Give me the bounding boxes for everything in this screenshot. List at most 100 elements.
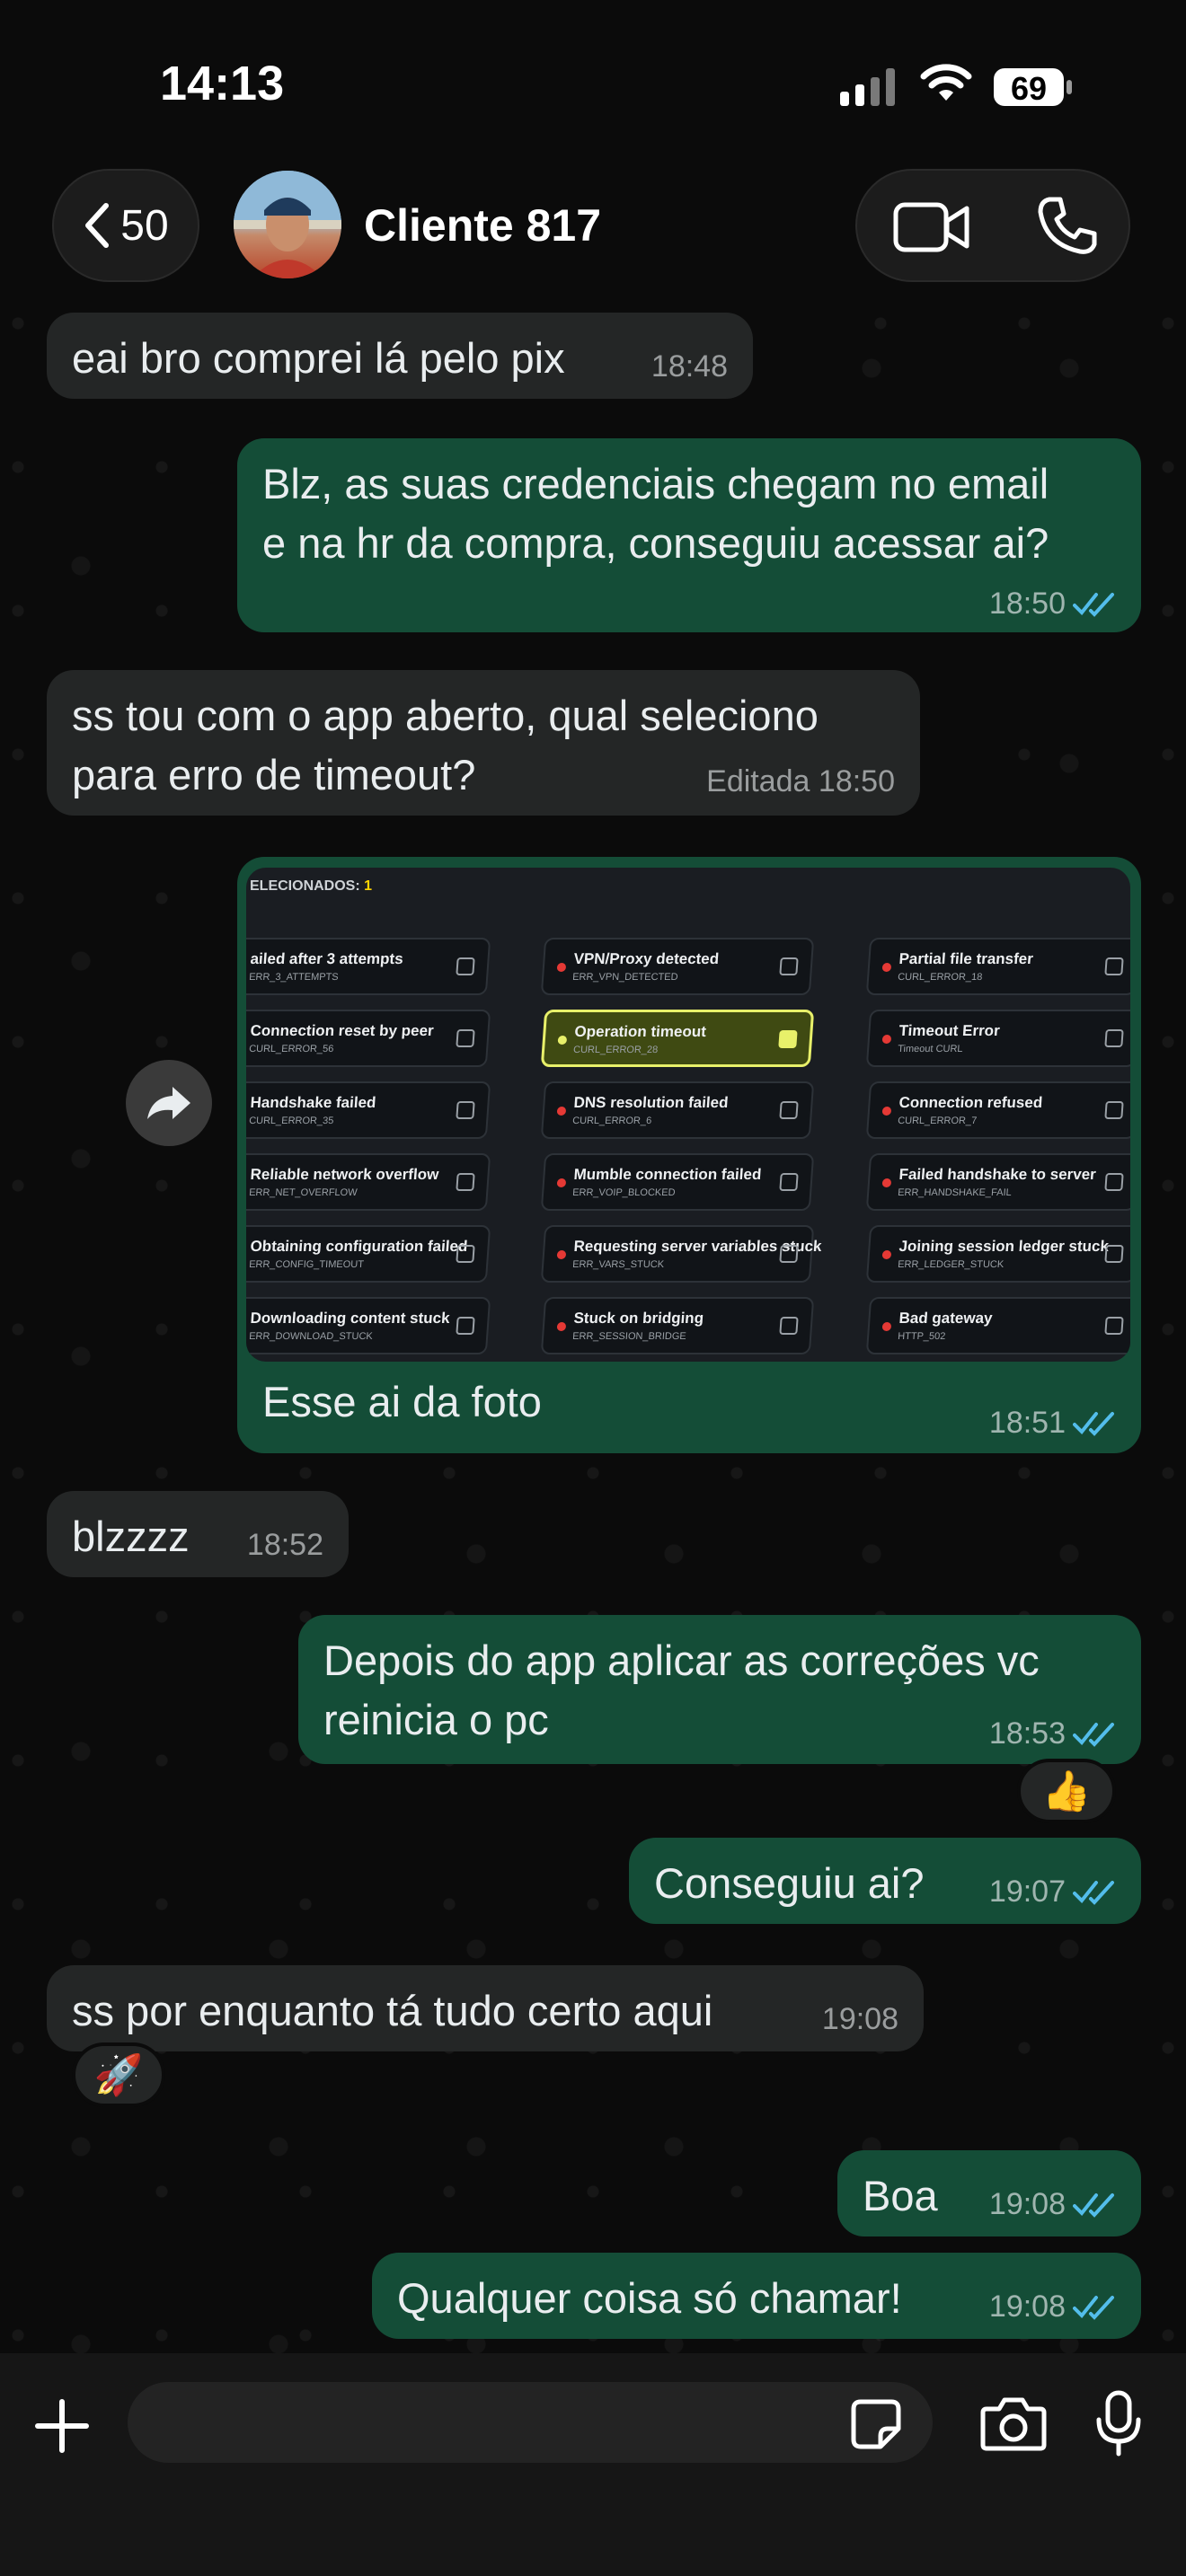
sticker-icon[interactable]: [850, 2398, 902, 2450]
message-bubble[interactable]: Boa 19:08: [837, 2150, 1141, 2236]
option-code: ERR_NET_OVERFLOW: [248, 1187, 358, 1198]
checkbox-icon: [1104, 957, 1124, 975]
photo-option: Handshake failed CURL_ERROR_35: [246, 1081, 491, 1139]
option-title: DNS resolution failed: [572, 1094, 730, 1111]
option-code: CURL_ERROR_18: [897, 972, 983, 983]
option-code: Timeout CURL: [897, 1044, 963, 1054]
reaction-thumbs-up[interactable]: 👍: [1017, 1759, 1116, 1823]
photo-option: VPN/Proxy detected ERR_VPN_DETECTED: [540, 938, 815, 995]
contact-name[interactable]: Cliente 817: [364, 199, 601, 251]
checkbox-icon: [456, 1101, 475, 1119]
checkbox-icon: [456, 1245, 475, 1263]
status-dot-icon: [556, 1107, 567, 1116]
video-call-icon[interactable]: [893, 201, 970, 253]
read-receipt-icon: [1073, 2192, 1114, 2218]
photo-option: Partial file transfer CURL_ERROR_18: [865, 938, 1130, 995]
message-text: Esse ai da foto: [262, 1378, 542, 1425]
message-time: 18:51: [988, 1406, 1066, 1440]
message-time: 19:07: [988, 1875, 1066, 1909]
back-button[interactable]: 50: [52, 169, 199, 282]
option-title: Handshake failed: [249, 1094, 377, 1111]
plus-icon[interactable]: [32, 2396, 92, 2456]
option-title: Partial file transfer: [898, 950, 1034, 967]
option-title: Timeout Error: [898, 1022, 1001, 1039]
read-receipt-icon: [1073, 1722, 1114, 1747]
checkbox-icon: [779, 1101, 799, 1119]
option-title: Connection reset by peer: [249, 1022, 435, 1039]
message-time: Editada 18:50: [706, 764, 895, 798]
photo-option: Joining session ledger stuck ERR_LEDGER_S…: [865, 1225, 1130, 1283]
message-text: ss por enquanto tá tudo certo aqui: [72, 1987, 713, 2034]
option-code: ERR_VOIP_BLOCKED: [571, 1187, 676, 1198]
checkbox-icon: [1104, 1245, 1124, 1263]
option-code: HTTP_502: [897, 1331, 946, 1342]
message-bubble[interactable]: blzzzz 18:52: [47, 1491, 349, 1577]
option-code: ERR_3_ATTEMPTS: [248, 972, 340, 983]
checkbox-icon: [456, 1317, 475, 1335]
read-receipt-icon: [1073, 592, 1114, 617]
forward-icon: [147, 1087, 190, 1119]
checkbox-icon: [1104, 1029, 1124, 1047]
option-code: ERR_HANDSHAKE_FAIL: [897, 1187, 1013, 1198]
forward-button[interactable]: [126, 1060, 212, 1146]
option-code: CURL_ERROR_6: [571, 1116, 652, 1126]
checkbox-icon: [779, 1317, 799, 1335]
photo-option: Stuck on bridging ERR_SESSION_BRIDGE: [540, 1297, 815, 1354]
option-title: Connection refused: [898, 1094, 1043, 1111]
option-title: Joining session ledger stuck: [898, 1238, 1110, 1255]
photo-option: ailed after 3 attempts ERR_3_ATTEMPTS: [246, 938, 491, 995]
status-dot-icon: [881, 1107, 892, 1116]
camera-icon[interactable]: [979, 2396, 1048, 2452]
status-dot-icon: [881, 1035, 892, 1044]
wifi-icon: [920, 64, 972, 101]
unread-count: 50: [120, 201, 169, 250]
photo-option: Downloading content stuck ERR_DOWNLOAD_ST…: [246, 1297, 491, 1354]
option-code: CURL_ERROR_56: [248, 1044, 334, 1054]
photo-option: Bad gateway HTTP_502: [865, 1297, 1130, 1354]
option-title: Mumble connection failed: [572, 1166, 763, 1183]
read-receipt-icon: [1073, 1880, 1114, 1905]
status-dot-icon: [556, 963, 567, 972]
checkbox-icon: [456, 957, 475, 975]
photo-option: Connection refused CURL_ERROR_7: [865, 1081, 1130, 1139]
message-time: 19:08: [821, 2002, 898, 2036]
photo-option: Obtaining configuration failed ERR_CONFIG…: [246, 1225, 491, 1283]
message-composer: [0, 2353, 1186, 2576]
message-bubble[interactable]: ss por enquanto tá tudo certo aqui 19:08: [47, 1965, 924, 2051]
message-time: 19:08: [988, 2289, 1066, 2324]
message-time: 18:53: [988, 1716, 1066, 1751]
contact-avatar[interactable]: [234, 171, 341, 278]
status-dot-icon: [556, 1250, 567, 1259]
option-code: ERR_VPN_DETECTED: [571, 972, 678, 983]
message-bubble[interactable]: ss tou com o app aberto, qual seleciono …: [47, 670, 920, 816]
photo-option: Timeout Error Timeout CURL: [865, 1010, 1130, 1067]
photo-option: Failed handshake to server ERR_HANDSHAKE_…: [865, 1153, 1130, 1211]
message-bubble[interactable]: Depois do app aplicar as correções vc re…: [298, 1615, 1141, 1764]
status-dot-icon: [881, 1178, 892, 1187]
message-input[interactable]: [128, 2382, 933, 2463]
option-title: VPN/Proxy detected: [572, 950, 720, 967]
option-title: Operation timeout: [573, 1023, 707, 1040]
message-bubble[interactable]: eai bro comprei lá pelo pix 18:48: [47, 313, 753, 399]
cellular-signal-icon: [840, 65, 895, 106]
photo-option: Requesting server variables stuck ERR_VAR…: [540, 1225, 822, 1283]
message-bubble[interactable]: Qualquer coisa só chamar! 19:08: [372, 2253, 1141, 2339]
reaction-rocket[interactable]: 🚀: [72, 2042, 165, 2107]
status-dot-icon: [556, 1322, 567, 1331]
checkbox-icon: [779, 1173, 799, 1191]
checkbox-icon: [1104, 1101, 1124, 1119]
status-dot-icon: [881, 1250, 892, 1259]
voice-call-icon[interactable]: [1037, 196, 1098, 257]
option-code: CURL_ERROR_28: [572, 1045, 659, 1055]
option-code: ERR_LEDGER_STUCK: [897, 1259, 1005, 1270]
status-dot-icon: [557, 1036, 568, 1045]
photo-option: Mumble connection failed ERR_VOIP_BLOCKED: [540, 1153, 815, 1211]
microphone-icon[interactable]: [1094, 2389, 1143, 2457]
message-time: 18:52: [246, 1528, 323, 1562]
message-bubble[interactable]: Blz, as suas credenciais chegam no email…: [237, 438, 1141, 632]
message-time: 19:08: [988, 2187, 1066, 2221]
message-bubble[interactable]: Conseguiu ai? 19:07: [629, 1838, 1141, 1924]
status-dot-icon: [556, 1178, 567, 1187]
option-code: ERR_SESSION_BRIDGE: [571, 1331, 687, 1342]
attached-photo[interactable]: ELECIONADOS: 1 ailed after 3 attempts ERR…: [246, 868, 1130, 1362]
